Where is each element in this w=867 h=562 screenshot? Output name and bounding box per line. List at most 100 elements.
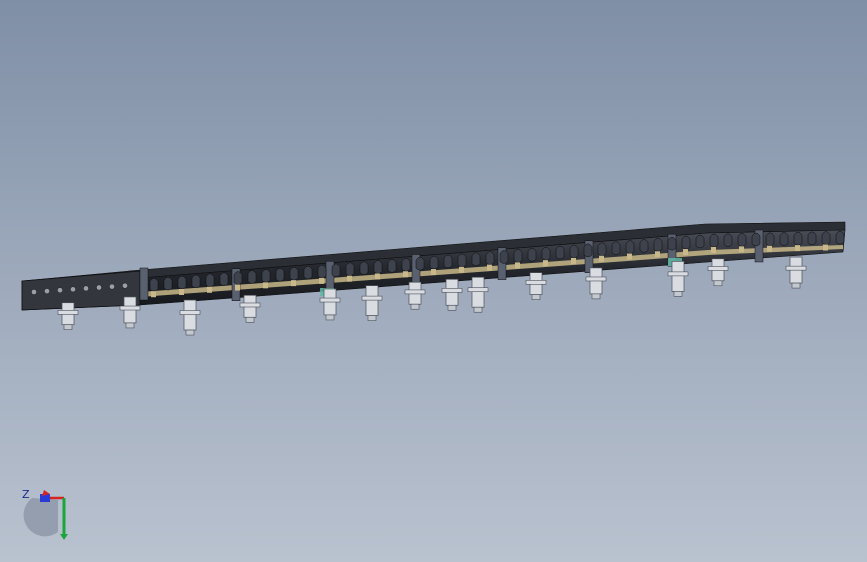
- roller-bracket: [431, 269, 436, 276]
- orientation-triad: Z: [18, 484, 78, 544]
- leg-crossbar: [319, 297, 341, 303]
- support-leg: [239, 294, 261, 323]
- roller: [429, 255, 439, 270]
- roller: [289, 266, 299, 281]
- roller-bracket: [207, 286, 212, 293]
- roller-bracket: [543, 260, 548, 267]
- roller: [541, 246, 551, 261]
- end-hole: [57, 287, 63, 294]
- leg-foot: [63, 324, 73, 331]
- roller: [751, 232, 761, 247]
- roller-bracket: [795, 245, 800, 252]
- y-axis-arrow: [60, 534, 68, 540]
- roller: [191, 274, 201, 289]
- roller-bracket: [487, 264, 492, 271]
- roller: [233, 271, 243, 285]
- roller-bracket: [515, 262, 520, 269]
- roller: [695, 234, 705, 249]
- support-leg: [525, 272, 547, 300]
- roller-bracket: [347, 275, 352, 282]
- roller: [345, 262, 355, 276]
- roller: [359, 261, 369, 275]
- roller: [177, 275, 187, 290]
- end-hole: [31, 289, 37, 295]
- roller: [611, 241, 621, 255]
- leg-foot: [185, 329, 195, 336]
- triad-plane: [23, 498, 58, 537]
- roller-bracket: [375, 273, 380, 280]
- roller: [219, 272, 229, 286]
- leg-foot: [713, 280, 723, 287]
- roller: [681, 235, 691, 250]
- roller: [583, 243, 593, 258]
- roller: [723, 233, 733, 247]
- roller-bracket: [627, 253, 632, 260]
- end-hole: [44, 288, 50, 294]
- leg-post: [365, 285, 379, 316]
- roller: [163, 276, 173, 291]
- roller: [569, 244, 579, 259]
- graphics-viewport[interactable]: Z: [0, 0, 867, 562]
- roller-bracket: [711, 246, 716, 253]
- roller: [653, 238, 663, 252]
- roller: [555, 245, 565, 260]
- end-hole: [96, 284, 102, 291]
- roller-bracket: [151, 291, 156, 298]
- roller-bracket: [571, 257, 576, 264]
- leg-foot: [791, 282, 801, 289]
- conveyor-assembly-model[interactable]: [0, 0, 867, 562]
- end-hole: [122, 282, 128, 289]
- roller: [499, 250, 509, 264]
- support-leg: [361, 285, 383, 321]
- roller: [793, 231, 803, 246]
- support-leg: [179, 299, 201, 336]
- roller: [639, 239, 649, 253]
- roller: [527, 248, 537, 262]
- roller: [765, 232, 775, 246]
- roller: [457, 253, 467, 268]
- roller-bracket: [319, 277, 324, 284]
- leg-crossbar: [179, 310, 201, 315]
- leg-crossbar: [525, 280, 547, 285]
- leg-foot: [325, 314, 335, 321]
- roller: [737, 233, 747, 247]
- leg-foot: [531, 294, 541, 300]
- roller: [331, 263, 341, 278]
- roller-bracket: [263, 282, 268, 289]
- roller-bracket: [655, 251, 660, 258]
- leg-foot: [591, 293, 601, 300]
- leg-post: [471, 276, 485, 308]
- leg-foot: [447, 304, 457, 311]
- roller: [373, 260, 383, 274]
- roller: [779, 232, 789, 246]
- leg-crossbar: [239, 302, 261, 308]
- roller: [261, 269, 271, 283]
- support-leg: [707, 258, 729, 287]
- support-leg: [467, 276, 489, 313]
- roller: [485, 251, 495, 265]
- roller: [401, 257, 411, 272]
- leg-crossbar: [57, 310, 79, 315]
- roller: [205, 273, 215, 288]
- roller-bracket: [235, 284, 240, 291]
- roller-bracket: [179, 288, 184, 295]
- roller-bracket: [403, 271, 408, 278]
- roller: [625, 240, 635, 254]
- roller: [807, 231, 817, 246]
- end-hole: [83, 285, 89, 292]
- leg-foot: [367, 315, 377, 321]
- leg-foot: [673, 291, 683, 297]
- roller-bracket: [291, 280, 296, 287]
- roller: [597, 242, 607, 256]
- support-leg: [441, 278, 463, 311]
- roller-bracket: [459, 266, 464, 273]
- z-axis-label: Z: [22, 488, 30, 501]
- leg-foot: [245, 316, 255, 323]
- leg-foot: [410, 303, 420, 310]
- conveyor-end-block: [21, 270, 141, 311]
- roller: [471, 252, 481, 266]
- end-hole: [109, 283, 115, 290]
- leg-crossbar: [467, 287, 489, 293]
- roller-bracket: [739, 246, 744, 253]
- roller: [835, 230, 845, 245]
